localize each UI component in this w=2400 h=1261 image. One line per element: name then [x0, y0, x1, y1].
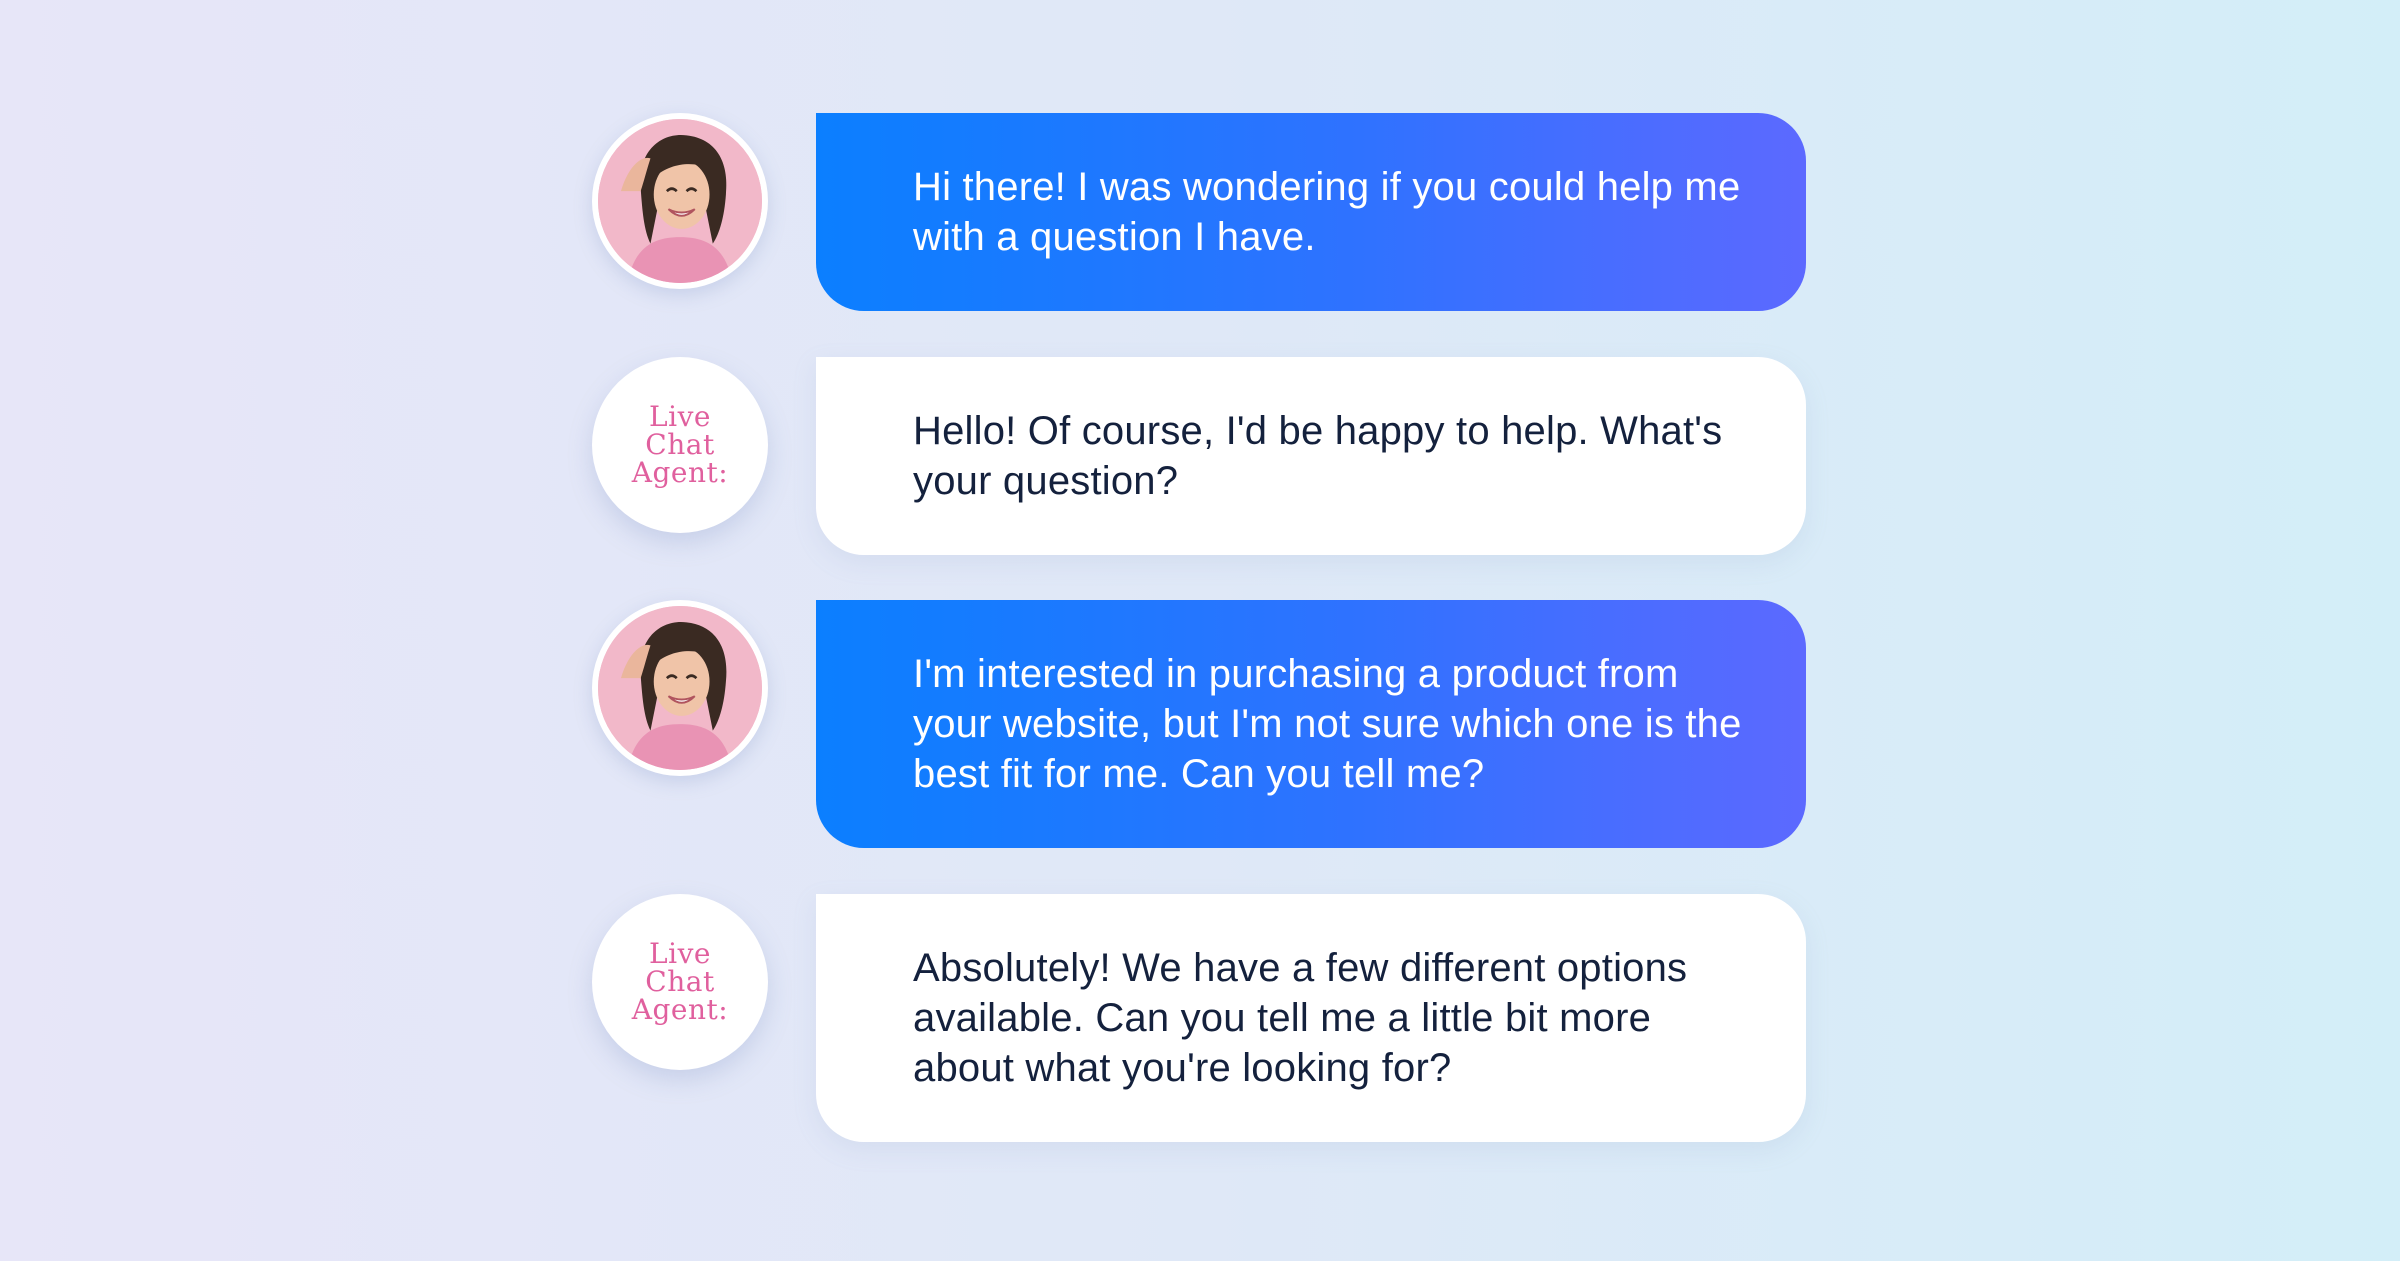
agent-label-line: Agent:	[631, 456, 729, 489]
agent-label-line: Chat	[645, 965, 715, 998]
user-message-bubble: I'm interested in purchasing a product f…	[816, 600, 1806, 848]
user-avatar-icon	[592, 113, 768, 289]
woman-photo-avatar-icon	[598, 119, 762, 283]
agent-message-text: Hello! Of course, I'd be happy to help. …	[913, 409, 1723, 503]
agent-avatar: Live Chat Agent:	[592, 894, 768, 1070]
agent-message-text: Absolutely! We have a few different opti…	[913, 946, 1688, 1090]
agent-avatar-label: Live Chat Agent:	[620, 403, 740, 487]
agent-label-line: Live	[649, 937, 711, 970]
woman-photo-avatar-icon	[598, 606, 762, 770]
agent-label-line: Chat	[645, 428, 715, 461]
agent-message-bubble: Absolutely! We have a few different opti…	[816, 894, 1806, 1142]
chat-conversation: Hi there! I was wondering if you could h…	[0, 0, 2400, 1261]
user-avatar-icon	[592, 600, 768, 776]
user-message-text: Hi there! I was wondering if you could h…	[913, 165, 1741, 259]
user-message-bubble: Hi there! I was wondering if you could h…	[816, 113, 1806, 311]
agent-label-line: Agent:	[631, 993, 729, 1026]
user-message-text: I'm interested in purchasing a product f…	[913, 652, 1742, 796]
agent-avatar: Live Chat Agent:	[592, 357, 768, 533]
agent-message-bubble: Hello! Of course, I'd be happy to help. …	[816, 357, 1806, 555]
agent-avatar-label: Live Chat Agent:	[620, 940, 740, 1024]
agent-label-line: Live	[649, 400, 711, 433]
